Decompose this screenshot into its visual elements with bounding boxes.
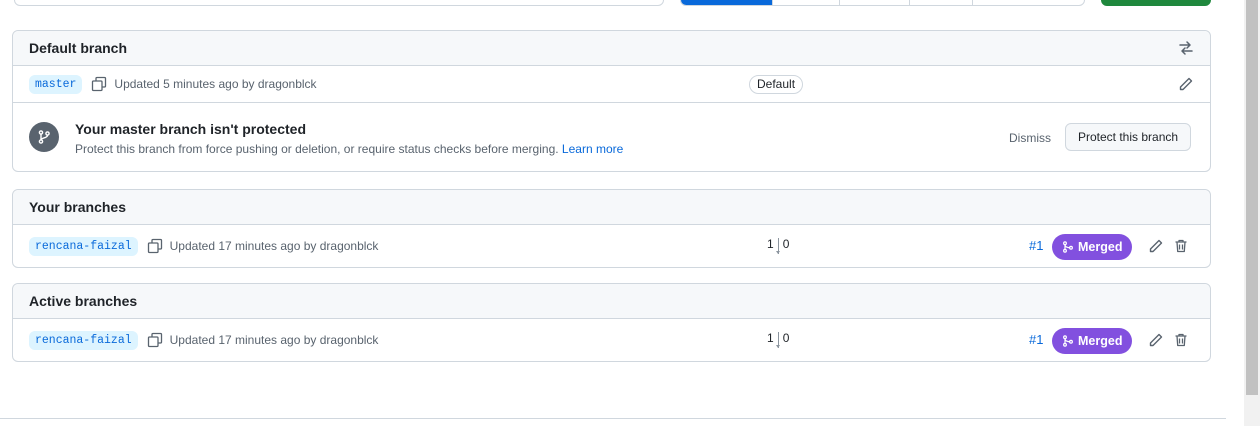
search-input[interactable]: [14, 0, 664, 6]
switch-arrows-icon[interactable]: [1178, 40, 1194, 56]
default-badge: Default: [749, 75, 804, 94]
table-row: rencana-faizal Updated 17 minutes ago by…: [13, 225, 1210, 267]
pull-request-link[interactable]: #1: [1029, 332, 1043, 347]
ahead-count: 0: [782, 331, 790, 345]
branch-meta: Updated 17 minutes ago by dragonblck: [169, 333, 379, 347]
trash-icon[interactable]: [1172, 331, 1190, 349]
your-branches-title: Your branches: [29, 199, 126, 215]
pull-request-link[interactable]: #1: [1029, 238, 1043, 253]
pencil-icon[interactable]: [1177, 75, 1195, 93]
status-badge: Merged: [1052, 234, 1133, 260]
copy-icon[interactable]: [146, 237, 164, 255]
tab-yours[interactable]: [773, 0, 840, 5]
scrollbar-thumb[interactable]: [1246, 0, 1258, 395]
active-branches-title: Active branches: [29, 293, 138, 309]
behind-count: 1: [767, 237, 774, 251]
your-branches-box: Your branches rencana-faizal Updated 17 …: [12, 189, 1211, 268]
ahead-count: 0: [782, 237, 790, 251]
branch-name[interactable]: master: [29, 74, 83, 94]
active-branches-header: Active branches: [13, 284, 1210, 319]
default-branch-row: master Updated 5 minutes ago by dragonbl…: [13, 66, 1210, 102]
branch-name[interactable]: rencana-faizal: [29, 330, 138, 350]
pencil-icon[interactable]: [1147, 237, 1165, 255]
default-branch-title: Default branch: [29, 40, 128, 56]
copy-icon[interactable]: [146, 331, 164, 349]
copy-icon[interactable]: [90, 75, 108, 93]
scrollbar[interactable]: [1244, 0, 1260, 426]
behind-count: 1: [767, 331, 774, 345]
branch-meta: Updated 17 minutes ago by dragonblck: [169, 239, 379, 253]
ahead-behind: 1 0: [767, 331, 789, 348]
tab-active[interactable]: [840, 0, 910, 5]
notice-text: Protect this branch from force pushing o…: [75, 142, 559, 156]
git-branch-icon: [29, 122, 59, 152]
your-branches-header: Your branches: [13, 190, 1210, 225]
git-merge-icon: [1062, 335, 1074, 347]
status-label: Merged: [1078, 240, 1123, 254]
learn-more-link[interactable]: Learn more: [562, 142, 623, 156]
default-branch-header: Default branch: [13, 31, 1210, 66]
status-label: Merged: [1078, 334, 1123, 348]
default-branch-box: Default branch master Updated 5 minutes …: [12, 30, 1211, 172]
table-row: rencana-faizal Updated 17 minutes ago by…: [13, 319, 1210, 361]
ahead-behind: 1 0: [767, 237, 789, 254]
protect-branch-button[interactable]: Protect this branch: [1065, 123, 1192, 151]
tab-overview[interactable]: [681, 0, 773, 5]
tab-stale[interactable]: [910, 0, 973, 5]
dismiss-button[interactable]: Dismiss: [1009, 131, 1051, 145]
notice-title: Your master branch isn't protected: [75, 121, 307, 137]
branch-filter-tabs[interactable]: [680, 0, 1085, 6]
active-branches-box: Active branches rencana-faizal Updated 1…: [12, 283, 1211, 362]
branch-name[interactable]: rencana-faizal: [29, 236, 138, 256]
footer-divider: [0, 418, 1226, 419]
branch-meta: Updated 5 minutes ago by dragonblck: [114, 77, 317, 91]
unprotected-notice: Your master branch isn't protected Prote…: [13, 102, 1210, 171]
status-badge: Merged: [1052, 328, 1133, 354]
tab-all[interactable]: [973, 0, 1084, 5]
notice-description: Protect this branch from force pushing o…: [75, 142, 623, 156]
new-branch-button[interactable]: [1101, 0, 1211, 6]
git-merge-icon: [1062, 241, 1074, 253]
trash-icon[interactable]: [1172, 237, 1190, 255]
pencil-icon[interactable]: [1147, 331, 1165, 349]
